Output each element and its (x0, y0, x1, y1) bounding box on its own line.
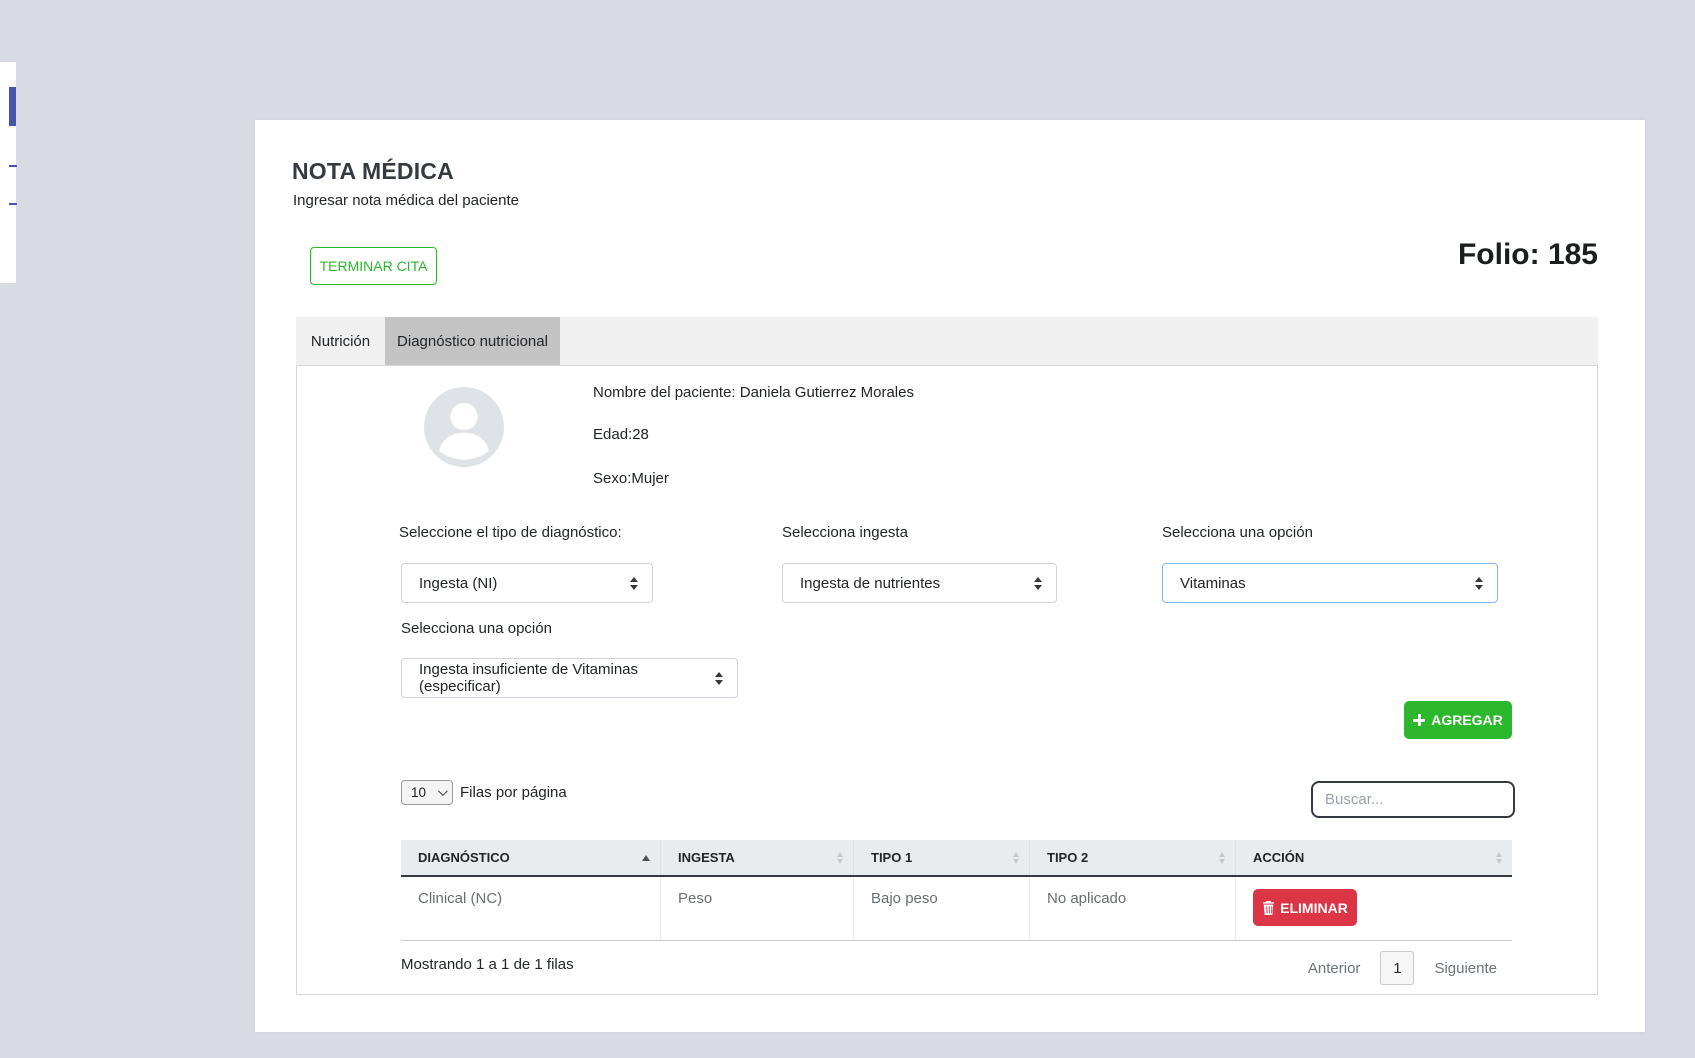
column-header-tipo1[interactable]: TIPO 1 (854, 840, 1030, 875)
column-header-ingesta[interactable]: INGESTA (661, 840, 854, 875)
intake-select-value: Ingesta de nutrientes (800, 575, 940, 592)
plus-icon (1413, 714, 1425, 726)
patient-name: Nombre del paciente: Daniela Gutierrez M… (593, 384, 914, 401)
rows-per-page-select[interactable]: 10 (401, 780, 453, 805)
table-row: Clinical (NC) Peso Bajo peso No aplicado… (401, 877, 1512, 941)
add-button-label: AGREGAR (1431, 712, 1503, 728)
diagnostics-table: DIAGNÓSTICO INGESTA TIPO 1 TIPO 2 ACCIÓN (401, 840, 1512, 941)
sort-icon (1013, 852, 1019, 864)
delete-button-label: ELIMINAR (1280, 900, 1348, 916)
option2-select-value: Ingesta insuficiente de Vitaminas (espec… (419, 661, 715, 695)
rows-per-page-label: Filas por página (460, 784, 567, 801)
add-button[interactable]: AGREGAR (1404, 701, 1512, 739)
option-label: Selecciona una opción (1162, 524, 1313, 541)
patient-sex: Sexo:Mujer (593, 470, 669, 487)
cell-diagnostico: Clinical (NC) (401, 877, 661, 940)
sort-icon (1496, 852, 1502, 864)
cell-tipo1: Bajo peso (854, 877, 1030, 940)
finish-appointment-button[interactable]: TERMINAR CITA (310, 247, 437, 285)
patient-age: Edad:28 (593, 426, 649, 443)
option2-select[interactable]: Ingesta insuficiente de Vitaminas (espec… (401, 658, 738, 698)
cell-accion: ELIMINAR (1236, 877, 1512, 940)
select-arrows-icon (1475, 577, 1483, 590)
sort-icon (1219, 852, 1225, 864)
sidebar-fragment (0, 62, 16, 283)
nota-medica-card: NOTA MÉDICA Ingresar nota médica del pac… (255, 120, 1645, 1032)
tab-nutricion[interactable]: Nutrición (296, 317, 385, 365)
diagnosis-type-label: Seleccione el tipo de diagnóstico: (399, 524, 622, 541)
page-title: NOTA MÉDICA (292, 158, 454, 185)
select-arrows-icon (630, 577, 638, 590)
diagnosis-type-select-value: Ingesta (NI) (419, 575, 497, 592)
column-header-diagnostico[interactable]: DIAGNÓSTICO (401, 840, 661, 875)
option-select[interactable]: Vitaminas (1162, 563, 1498, 603)
pagination-previous[interactable]: Anterior (1308, 960, 1361, 977)
pagination-next[interactable]: Siguiente (1434, 960, 1497, 977)
table-summary: Mostrando 1 a 1 de 1 filas (401, 956, 574, 973)
patient-avatar-icon (424, 387, 504, 467)
intake-label: Selecciona ingesta (782, 524, 908, 541)
diagnosis-type-select[interactable]: Ingesta (NI) (401, 563, 653, 603)
sidebar-link[interactable] (9, 203, 17, 205)
option-select-value: Vitaminas (1180, 575, 1246, 592)
delete-button[interactable]: ELIMINAR (1253, 889, 1357, 926)
pagination-page-1[interactable]: 1 (1380, 951, 1414, 985)
chevron-down-icon (438, 786, 448, 796)
column-header-tipo2[interactable]: TIPO 2 (1030, 840, 1236, 875)
sort-asc-icon (642, 855, 650, 861)
sidebar-active-item[interactable] (9, 87, 16, 126)
diagnostico-panel: Nombre del paciente: Daniela Gutierrez M… (296, 366, 1598, 995)
intake-select[interactable]: Ingesta de nutrientes (782, 563, 1057, 603)
pagination: Anterior 1 Siguiente (1308, 951, 1497, 985)
rows-per-page-value: 10 (411, 785, 426, 800)
cell-tipo2: No aplicado (1030, 877, 1236, 940)
cell-ingesta: Peso (661, 877, 854, 940)
tab-diagnostico-nutricional[interactable]: Diagnóstico nutricional (385, 317, 560, 365)
column-header-accion[interactable]: ACCIÓN (1236, 840, 1512, 875)
sidebar-link[interactable] (9, 165, 17, 167)
folio-number: Folio: 185 (1458, 238, 1598, 272)
table-header-row: DIAGNÓSTICO INGESTA TIPO 1 TIPO 2 ACCIÓN (401, 840, 1512, 877)
select-arrows-icon (1034, 577, 1042, 590)
search-input[interactable] (1311, 781, 1515, 818)
select-arrows-icon (715, 672, 723, 685)
trash-icon (1262, 901, 1275, 915)
sort-icon (837, 852, 843, 864)
tab-strip: Nutrición Diagnóstico nutricional (296, 317, 1598, 366)
option2-label: Selecciona una opción (401, 620, 552, 637)
page-subtitle: Ingresar nota médica del paciente (293, 192, 519, 209)
